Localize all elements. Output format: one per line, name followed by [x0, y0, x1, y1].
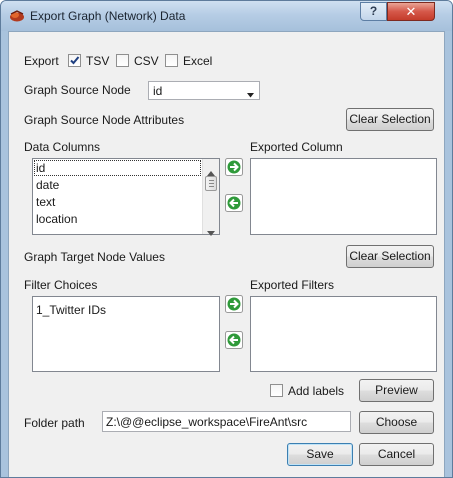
tsv-checkbox[interactable] [68, 54, 81, 67]
filter-choices-label: Filter Choices [24, 278, 98, 292]
window-title: Export Graph (Network) Data [30, 9, 186, 23]
cancel-button[interactable]: Cancel [359, 443, 434, 466]
export-dialog-window: Export Graph (Network) Data ? ✕ Export T… [0, 0, 453, 478]
list-item[interactable]: id [36, 161, 45, 175]
move-left-filter-arrow-icon[interactable] [225, 331, 243, 349]
folder-path-label: Folder path [24, 416, 85, 430]
choose-button[interactable]: Choose [359, 411, 434, 434]
exported-filters-label: Exported Filters [250, 278, 335, 292]
clear-selection-button-source[interactable]: Clear Selection [346, 108, 434, 131]
list-item[interactable]: date [36, 178, 59, 192]
scroll-down-icon[interactable] [207, 225, 215, 239]
list-item[interactable]: text [36, 195, 55, 209]
folder-path-input[interactable] [102, 411, 351, 432]
filter-choices-list[interactable]: 1_Twitter IDs [32, 296, 220, 372]
tsv-label: TSV [86, 54, 110, 68]
source-node-label: Graph Source Node [24, 83, 131, 97]
close-button[interactable]: ✕ [387, 2, 435, 21]
app-logo-icon [9, 9, 25, 23]
export-label: Export [24, 54, 59, 68]
excel-label: Excel [183, 54, 213, 68]
exported-column-label: Exported Column [250, 140, 343, 154]
clear-selection-button-target[interactable]: Clear Selection [346, 245, 434, 268]
move-right-filter-arrow-icon[interactable] [225, 295, 243, 313]
add-labels-label: Add labels [288, 384, 345, 398]
chevron-down-icon [247, 87, 254, 101]
title-bar[interactable]: Export Graph (Network) Data ? ✕ [1, 1, 452, 31]
csv-checkbox[interactable] [116, 54, 129, 67]
save-button[interactable]: Save [287, 443, 353, 466]
source-node-select[interactable]: id [148, 81, 260, 100]
dialog-body: Export TSV CSV Excel Graph Source Node i… [8, 31, 445, 477]
source-attributes-label: Graph Source Node Attributes [24, 113, 185, 127]
data-columns-scrollbar[interactable] [202, 159, 219, 236]
data-columns-label: Data Columns [24, 140, 101, 154]
help-button[interactable]: ? [360, 2, 387, 21]
csv-label: CSV [134, 54, 159, 68]
list-item-focus [34, 160, 201, 176]
excel-checkbox[interactable] [165, 54, 178, 67]
target-values-label: Graph Target Node Values [24, 250, 165, 264]
list-item[interactable]: 1_Twitter IDs [36, 303, 106, 317]
exported-column-list[interactable] [250, 158, 437, 235]
data-columns-list[interactable]: id date text location [32, 158, 220, 236]
add-labels-checkbox[interactable] [270, 384, 283, 397]
source-node-value: id [153, 84, 163, 98]
scroll-thumb[interactable] [205, 176, 217, 191]
move-left-arrow-icon[interactable] [225, 194, 243, 212]
move-right-arrow-icon[interactable] [225, 158, 243, 176]
list-item[interactable]: location [36, 212, 77, 226]
exported-filters-list[interactable] [250, 296, 437, 372]
preview-button[interactable]: Preview [359, 379, 434, 402]
